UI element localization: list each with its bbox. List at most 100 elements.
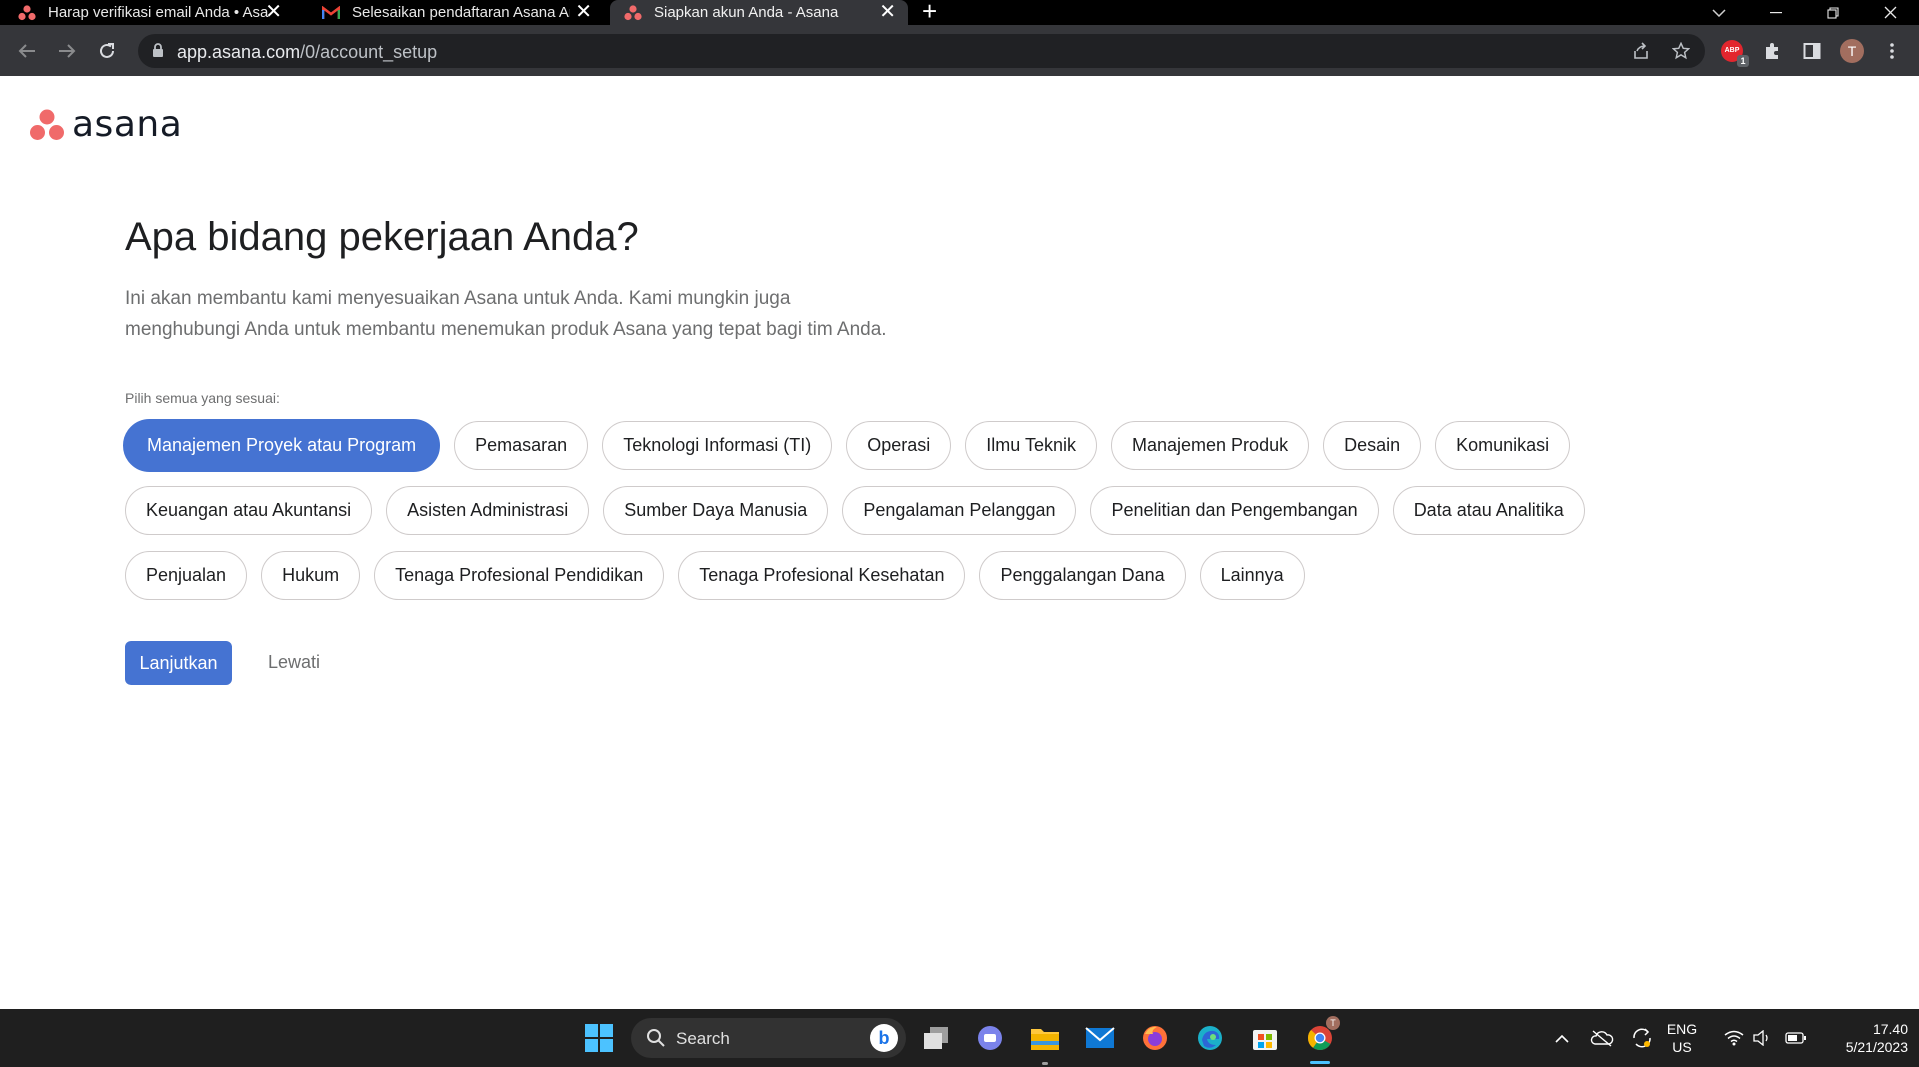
browser-tab-gmail[interactable]: Selesaikan pendaftaran Asana An ✕ — [322, 0, 604, 25]
bing-icon[interactable]: b — [870, 1024, 898, 1052]
restore-icon[interactable] — [1813, 0, 1853, 25]
file-explorer-running-indicator — [1042, 1062, 1048, 1065]
tab-title: Harap verifikasi email Anda • Asa — [48, 4, 269, 21]
option-chip-legal[interactable]: Hukum — [261, 551, 361, 600]
url-text[interactable]: app.asana.com/0/account_setup — [177, 42, 437, 63]
page-description: Ini akan membantu kami menyesuaikan Asan… — [125, 283, 985, 345]
sync-icon[interactable] — [1626, 1022, 1658, 1054]
option-chip-data-analytics[interactable]: Data atau Analitika — [1392, 486, 1585, 535]
tab-title: Selesaikan pendaftaran Asana An — [352, 4, 570, 21]
firefox-icon[interactable] — [1139, 1022, 1171, 1054]
search-icon — [646, 1028, 666, 1053]
page-title: Apa bidang pekerjaan Anda? — [125, 215, 639, 259]
option-chip-product-management[interactable]: Manajemen Produk — [1111, 421, 1310, 470]
side-panel-icon[interactable] — [1796, 25, 1828, 76]
clock-time: 17.40 — [1872, 1021, 1908, 1037]
close-icon[interactable]: ✕ — [265, 1, 282, 23]
avatar: T — [1840, 38, 1864, 63]
microsoft-store-icon[interactable] — [1249, 1022, 1281, 1054]
option-chip-engineering[interactable]: Ilmu Teknik — [965, 421, 1097, 470]
clock-date: 5/21/2023 — [1845, 1039, 1908, 1055]
teams-chat-icon[interactable] — [974, 1022, 1006, 1054]
select-all-label: Pilih semua yang sesuai: — [125, 390, 280, 406]
minimize-icon[interactable] — [1756, 0, 1796, 25]
tab-search-chevron-icon[interactable] — [1699, 0, 1739, 25]
url-host: app.asana.com — [177, 42, 301, 62]
option-chip-fundraising[interactable]: Penggalangan Dana — [979, 551, 1186, 600]
extensions-puzzle-icon[interactable] — [1756, 25, 1788, 76]
tray-overflow-chevron-icon[interactable] — [1546, 1022, 1578, 1054]
adblock-extension-icon[interactable]: ABP 1 — [1716, 25, 1749, 76]
browser-tab-strip: Harap verifikasi email Anda • Asa ✕ Sele… — [0, 0, 1919, 25]
asana-icon — [18, 4, 36, 22]
asana-icon — [624, 4, 642, 22]
search-label: Search — [676, 1029, 730, 1048]
chrome-active-indicator — [1310, 1061, 1330, 1064]
mail-icon[interactable] — [1084, 1022, 1116, 1054]
bookmark-star-icon[interactable] — [1671, 41, 1691, 65]
option-chip-customer-experience[interactable]: Pengalaman Pelanggan — [842, 486, 1077, 535]
option-chip-sales[interactable]: Penjualan — [125, 551, 248, 600]
taskbar-search-box[interactable]: Search b — [631, 1018, 906, 1058]
options-row-3: Penjualan Hukum Tenaga Profesional Pendi… — [125, 551, 1305, 600]
browser-toolbar: app.asana.com/0/account_setup ABP 1 T — [0, 25, 1919, 76]
option-chip-design[interactable]: Desain — [1323, 421, 1422, 470]
logo-wordmark: asana — [72, 104, 183, 145]
extension-badge: 1 — [1737, 54, 1749, 67]
option-chip-research-development[interactable]: Penelitian dan Pengembangan — [1090, 486, 1379, 535]
reload-icon[interactable] — [90, 25, 124, 76]
adblock-label: ABP — [1724, 47, 1740, 54]
option-chip-education[interactable]: Tenaga Profesional Pendidikan — [374, 551, 665, 600]
option-chip-hr[interactable]: Sumber Daya Manusia — [603, 486, 829, 535]
option-chip-it[interactable]: Teknologi Informasi (TI) — [602, 421, 833, 470]
share-icon[interactable] — [1632, 42, 1650, 65]
edge-icon[interactable] — [1194, 1022, 1226, 1054]
screen: Harap verifikasi email Anda • Asa ✕ Sele… — [0, 0, 1919, 1067]
address-bar[interactable]: app.asana.com/0/account_setup — [138, 34, 1705, 68]
url-path: /0/account_setup — [300, 42, 438, 62]
asana-logo-icon — [30, 109, 64, 140]
window-close-icon[interactable] — [1870, 0, 1910, 25]
option-chip-communications[interactable]: Komunikasi — [1435, 421, 1571, 470]
close-icon[interactable]: ✕ — [575, 1, 592, 23]
battery-icon[interactable] — [1780, 1022, 1812, 1054]
options-row-1: Manajemen Proyek atau Program Pemasaran … — [123, 419, 1571, 472]
chrome-icon[interactable]: T — [1304, 1016, 1340, 1054]
back-arrow-icon[interactable] — [10, 25, 44, 76]
more-menu-icon[interactable] — [1876, 25, 1908, 76]
skip-button[interactable]: Lewati — [268, 652, 320, 673]
option-chip-project-management[interactable]: Manajemen Proyek atau Program — [123, 419, 441, 472]
gmail-icon — [322, 4, 340, 22]
windows-taskbar: Search b T ENG US 17.40 5/21/2023 — [0, 1009, 1919, 1067]
task-view-icon[interactable] — [920, 1022, 952, 1054]
description-line-1: Ini akan membantu kami menyesuaikan Asan… — [125, 288, 791, 309]
browser-tab-account-setup[interactable]: Siapkan akun Anda - Asana ✕ — [610, 0, 908, 25]
option-chip-admin-assistant[interactable]: Asisten Administrasi — [386, 486, 590, 535]
option-chip-finance[interactable]: Keuangan atau Akuntansi — [125, 486, 373, 535]
forward-arrow-icon[interactable] — [50, 25, 84, 76]
close-icon[interactable]: ✕ — [879, 1, 896, 23]
asana-logo[interactable]: asana — [30, 104, 182, 145]
language-code: ENG — [1666, 1021, 1698, 1037]
volume-icon[interactable] — [1746, 1022, 1778, 1054]
options-row-2: Keuangan atau Akuntansi Asisten Administ… — [125, 486, 1585, 535]
tab-title: Siapkan akun Anda - Asana — [654, 4, 839, 21]
file-explorer-icon[interactable] — [1029, 1022, 1061, 1054]
clock[interactable]: 17.40 5/21/2023 — [1818, 1020, 1908, 1056]
new-tab-button[interactable]: + — [922, 0, 937, 24]
browser-tab-verify-email[interactable]: Harap verifikasi email Anda • Asa ✕ — [18, 0, 300, 25]
lock-icon[interactable] — [152, 43, 164, 63]
option-chip-other[interactable]: Lainnya — [1199, 551, 1305, 600]
keyboard-region: US — [1672, 1039, 1692, 1055]
option-chip-healthcare[interactable]: Tenaga Profesional Kesehatan — [678, 551, 966, 600]
continue-button[interactable]: Lanjutkan — [125, 641, 232, 685]
description-line-2: menghubungi Anda untuk membantu menemuka… — [125, 319, 887, 340]
chrome-profile-badge: T — [1326, 1016, 1340, 1030]
profile-avatar[interactable]: T — [1836, 25, 1868, 76]
onedrive-offline-icon[interactable] — [1586, 1022, 1618, 1054]
option-chip-operations[interactable]: Operasi — [846, 421, 952, 470]
account-setup-page: asana Apa bidang pekerjaan Anda? Ini aka… — [0, 76, 1919, 1009]
option-chip-marketing[interactable]: Pemasaran — [454, 421, 589, 470]
windows-start-icon[interactable] — [583, 1022, 615, 1054]
language-indicator[interactable]: ENG US — [1660, 1020, 1704, 1056]
